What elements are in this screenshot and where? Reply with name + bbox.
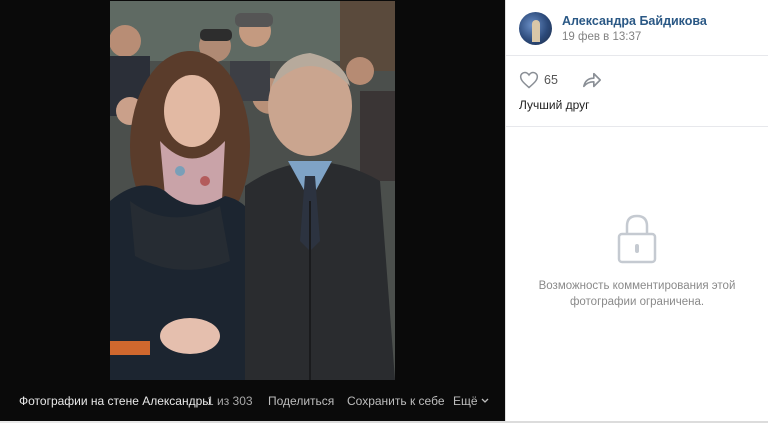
chevron-down-icon	[481, 398, 489, 403]
author-name-link[interactable]: Александра Байдикова	[562, 14, 707, 28]
post-stats: 65 Лучший друг	[506, 56, 768, 127]
lock-icon	[617, 214, 657, 264]
heart-icon[interactable]	[519, 70, 539, 90]
photo-caption: Лучший друг	[519, 98, 590, 112]
photo-viewer: Фотографии на стене Александры 1 из 303 …	[0, 0, 505, 421]
photo-info-panel: Александра Байдикова 19 фев в 13:37 65 Л…	[505, 0, 768, 421]
post-date[interactable]: 19 фев в 13:37	[562, 31, 641, 43]
avatar[interactable]	[519, 12, 552, 45]
share-arrow-icon[interactable]	[581, 70, 603, 90]
photo[interactable]	[110, 1, 395, 380]
viewer-bottom-bar: Фотографии на стене Александры 1 из 303 …	[0, 380, 505, 421]
more-button[interactable]: Ещё	[453, 394, 489, 408]
photo-counter: 1 из 303	[207, 393, 253, 408]
save-button[interactable]: Сохранить к себе	[347, 394, 445, 408]
more-label: Ещё	[453, 393, 478, 408]
photo-illustration	[110, 1, 395, 380]
comments-restricted-text: Возможность комментирования этой фотогра…	[538, 280, 736, 308]
album-title-link[interactable]: Фотографии на стене Александры	[19, 394, 211, 408]
avatar-figure	[532, 20, 540, 42]
share-button[interactable]: Поделиться	[268, 394, 334, 408]
author-block: Александра Байдикова 19 фев в 13:37	[506, 0, 768, 56]
like-count: 65	[544, 73, 558, 87]
